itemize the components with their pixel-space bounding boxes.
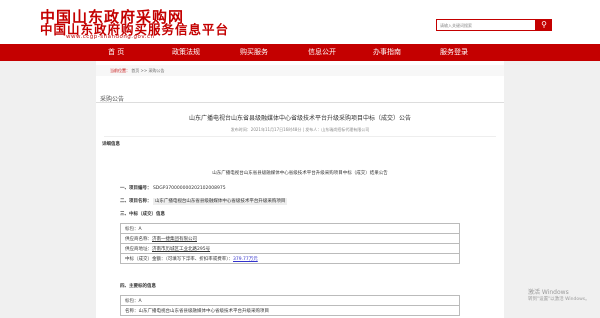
project-name-label: 二、项目名称： [120, 199, 152, 204]
award-amount-value: 379.77万元 [233, 256, 258, 262]
table-row: 中标（成交）金额：（可填写下浮率、折扣率或费率）：379.77万元 [120, 253, 460, 264]
tab-divider [96, 102, 504, 103]
site-logo-url: www.ccgp-shandong.gov.cn [66, 34, 155, 40]
supplier-address-value: 济南市历城区工业北路295号 [152, 246, 211, 252]
supplier-address-label: 供应商地址： [125, 246, 152, 252]
site-header: 中国山东政府采购网 中国山东政府购买服务信息平台 www.ccgp-shando… [0, 0, 600, 44]
publish-meta: 发布时间：2021年11月17日16时48分 | 发布人：山东瑞尚招标代理有限公… [230, 127, 370, 132]
nav-item-login[interactable]: 服务登录 [440, 44, 468, 61]
section-award-heading: 三、中标（成交）信息 [120, 212, 165, 217]
breadcrumb: 当前位置： 首页 >> 采购公告 [96, 65, 504, 76]
table-cell: 供应商地址：济南市历城区工业北路295号 [120, 243, 460, 254]
nav-item-home[interactable]: 首 页 [108, 44, 124, 61]
nav-item-guide[interactable]: 办事指南 [373, 44, 401, 61]
table-row: 供应商名称：济南一捷集团有限公司 [120, 233, 460, 244]
windows-activation-hint: 转到"设置"以激活 Windows。 [528, 297, 590, 302]
search-icon: ⚲ [541, 20, 547, 29]
result-title: 山东广播电视台山东省县级融媒体中心省级技术平台升级采购项目中标（成交）结果公告 [212, 171, 388, 176]
nav-item-info-public[interactable]: 信息公开 [308, 44, 336, 61]
nav-item-purchase-service[interactable]: 购买服务 [240, 44, 268, 61]
project-name-value: 山东广播电视台山东省县级融媒体中心省级技术平台升级采购项目 [152, 198, 288, 205]
project-number-row: 一、项目编号： SDGP370000000202102008975 [120, 185, 226, 191]
table-cell: 供应商名称：济南一捷集团有限公司 [120, 233, 460, 244]
table-row: 标包：A [120, 295, 460, 306]
search-button[interactable]: ⚲ [536, 19, 552, 31]
content-panel: 当前位置： 首页 >> 采购公告 采购公告 山东广播电视台山东省县级融媒体中心省… [96, 61, 504, 318]
table-row: 名称：山东广播电视台山东省县级融媒体中心省级技术平台升级采购项目 [120, 305, 460, 316]
table-cell: 标包：A [120, 223, 460, 234]
award-table: 标包：A 供应商名称：济南一捷集团有限公司 供应商地址：济南市历城区工业北路29… [120, 223, 460, 264]
award-amount-label: 中标（成交）金额：（可填写下浮率、折扣率或费率）： [125, 256, 233, 262]
section-subject-heading: 四、主要标的信息 [120, 284, 156, 289]
project-name-row: 二、项目名称： 山东广播电视台山东省县级融媒体中心省级技术平台升级采购项目 [120, 198, 288, 205]
nav-item-policy[interactable]: 政策法规 [172, 44, 200, 61]
breadcrumb-label: 当前位置： [110, 68, 130, 73]
breadcrumb-path[interactable]: 首页 >> 采购公告 [131, 68, 164, 73]
detail-heading: 详细信息 [102, 142, 120, 147]
table-cell: 中标（成交）金额：（可填写下浮率、折扣率或费率）：379.77万元 [120, 253, 460, 264]
supplier-name-label: 供应商名称： [125, 236, 152, 242]
project-number-value: SDGP370000000202102008975 [152, 186, 226, 191]
table-cell: 名称：山东广播电视台山东省县级融媒体中心省级技术平台升级采购项目 [120, 305, 460, 316]
subject-table: 标包：A 名称：山东广播电视台山东省县级融媒体中心省级技术平台升级采购项目 [120, 295, 460, 316]
project-number-label: 一、项目编号： [120, 186, 152, 191]
title-divider [104, 136, 496, 137]
page-title: 山东广播电视台山东省县级融媒体中心省级技术平台升级采购项目中标（成交）公告 [188, 115, 411, 122]
table-row: 供应商地址：济南市历城区工业北路295号 [120, 243, 460, 254]
main-nav: 首 页 政策法规 购买服务 信息公开 办事指南 服务登录 [0, 44, 600, 61]
windows-activation-title: 激活 Windows [528, 289, 569, 296]
supplier-name-value: 济南一捷集团有限公司 [152, 236, 197, 242]
table-cell: 标包：A [120, 295, 460, 306]
search-input[interactable]: 请输入关键词搜索 [436, 19, 536, 31]
table-row: 标包：A [120, 223, 460, 234]
